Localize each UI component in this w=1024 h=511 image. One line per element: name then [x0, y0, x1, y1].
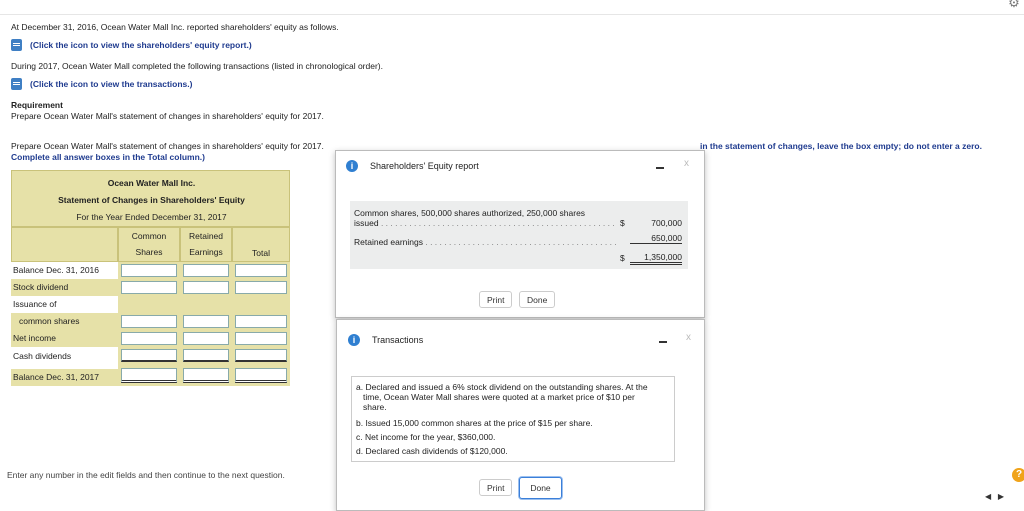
done-button[interactable]: Done	[519, 477, 562, 499]
transaction-c: c. Net income for the year, $360,000.	[356, 432, 496, 442]
input-common-issuance[interactable]	[121, 315, 177, 328]
row-balance-2017: Balance Dec. 31, 2017	[11, 369, 118, 386]
document-icon[interactable]	[11, 78, 22, 90]
input-total-balance-2016[interactable]	[235, 264, 287, 277]
row-net-income: Net income	[11, 330, 118, 347]
common-shares-header: Common Shares	[118, 227, 180, 262]
input-total-cash-dividends[interactable]	[235, 349, 287, 362]
input-total-stock-dividend[interactable]	[235, 281, 287, 294]
transaction-a-line-3: share.	[363, 402, 387, 412]
requirement-text: Prepare Ocean Water Mall's statement of …	[11, 111, 324, 121]
close-button[interactable]: x	[684, 158, 689, 169]
input-total-net-income[interactable]	[235, 332, 287, 345]
print-button[interactable]: Print	[479, 291, 513, 308]
intro-line-2: During 2017, Ocean Water Mall completed …	[11, 61, 383, 71]
common-header-line-1: Common	[131, 231, 167, 241]
transaction-b: b. Issued 15,000 common shares at the pr…	[356, 418, 593, 428]
input-total-balance-2017[interactable]	[235, 368, 287, 383]
common-shares-value: 700,000	[651, 218, 682, 228]
help-icon[interactable]: ?	[1012, 468, 1024, 482]
input-retained-stock-dividend[interactable]	[183, 281, 229, 294]
print-button[interactable]: Print	[479, 479, 513, 496]
intro-line-1: At December 31, 2016, Ocean Water Mall I…	[11, 22, 339, 32]
common-shares-currency: $	[620, 218, 625, 228]
input-common-net-income[interactable]	[121, 332, 177, 345]
transactions-link[interactable]: (Click the icon to view the transactions…	[30, 79, 192, 89]
input-common-stock-dividend[interactable]	[121, 281, 177, 294]
document-icon[interactable]	[11, 39, 22, 51]
statement-header: Ocean Water Mall Inc. Statement of Chang…	[11, 170, 290, 227]
issued-label: issued	[354, 218, 379, 228]
row-stock-dividend: Stock dividend	[11, 279, 118, 296]
retained-label: Retained earnings	[354, 237, 423, 247]
nav-arrows-icon[interactable]: ◀ ▶	[985, 492, 1021, 501]
instruction-line-2: Complete all answer boxes in the Total c…	[11, 152, 205, 162]
input-common-balance-2017[interactable]	[121, 368, 177, 383]
statement-title: Statement of Changes in Shareholders' Eq…	[58, 195, 245, 205]
equity-report-link[interactable]: (Click the icon to view the shareholders…	[30, 40, 252, 50]
equity-report-box: Common shares, 500,000 shares authorized…	[350, 201, 688, 269]
instruction-end: in the statement of changes, leave the b…	[700, 141, 982, 151]
common-shares-label: Common shares, 500,000 shares authorized…	[354, 208, 586, 218]
row-balance-2016: Balance Dec. 31, 2016	[13, 265, 100, 275]
equity-report-dialog: i Shareholders' Equity report x Common s…	[335, 150, 705, 318]
retained-earnings-header: Retained Earnings	[180, 227, 232, 262]
done-button[interactable]: Done	[519, 291, 556, 308]
row-common-shares: common shares	[11, 313, 118, 330]
input-common-cash-dividends[interactable]	[121, 349, 177, 362]
input-retained-net-income[interactable]	[183, 332, 229, 345]
top-divider	[0, 14, 1024, 15]
total-header: Total	[232, 227, 290, 262]
total-currency: $	[620, 253, 625, 263]
input-retained-cash-dividends[interactable]	[183, 349, 229, 362]
transactions-title: Transactions	[372, 335, 424, 345]
close-button[interactable]: x	[686, 332, 691, 343]
input-total-issuance[interactable]	[235, 315, 287, 328]
transaction-a-line-1: a. Declared and issued a 6% stock divide…	[356, 382, 648, 392]
transaction-d: d. Declared cash dividends of $120,000.	[356, 446, 508, 456]
retained-earnings-value: 650,000	[630, 233, 682, 244]
common-shares-issued-label: issued . . . . . . . . . . . . . . . . .…	[354, 218, 616, 228]
retained-header-line-2: Earnings	[189, 247, 223, 257]
retained-earnings-label: Retained earnings . . . . . . . . . . . …	[354, 237, 616, 247]
row-cash-dividends: Cash dividends	[13, 351, 72, 361]
retained-header-line-1: Retained	[188, 231, 224, 241]
minimize-button[interactable]	[656, 167, 664, 169]
requirement-title: Requirement	[11, 100, 63, 110]
company-name: Ocean Water Mall Inc.	[107, 178, 196, 188]
transactions-list: a. Declared and issued a 6% stock divide…	[351, 376, 675, 462]
total-header-label: Total	[252, 248, 270, 258]
row-issuance-of: Issuance of	[13, 299, 57, 309]
info-icon: i	[346, 160, 358, 172]
total-equity-value: 1,350,000	[630, 252, 682, 265]
transaction-a-line-2: time, Ocean Water Mall shares were quote…	[363, 392, 635, 402]
statement-table: Ocean Water Mall Inc. Statement of Chang…	[11, 170, 290, 386]
common-header-line-2: Shares	[135, 247, 163, 257]
transactions-dialog: i Transactions x a. Declared and issued …	[336, 319, 705, 511]
info-icon: i	[348, 334, 360, 346]
instruction-start: Prepare Ocean Water Mall's statement of …	[11, 141, 324, 151]
settings-gear-icon[interactable]: ⚙	[1006, 0, 1022, 10]
input-retained-issuance[interactable]	[183, 315, 229, 328]
input-retained-balance-2017[interactable]	[183, 368, 229, 383]
label-column-header	[11, 227, 118, 262]
input-retained-balance-2016[interactable]	[183, 264, 229, 277]
minimize-button[interactable]	[659, 341, 667, 343]
statement-period: For the Year Ended December 31, 2017	[76, 212, 227, 222]
input-common-balance-2016[interactable]	[121, 264, 177, 277]
footer-hint: Enter any number in the edit fields and …	[7, 470, 285, 480]
equity-report-title: Shareholders' Equity report	[370, 161, 479, 171]
